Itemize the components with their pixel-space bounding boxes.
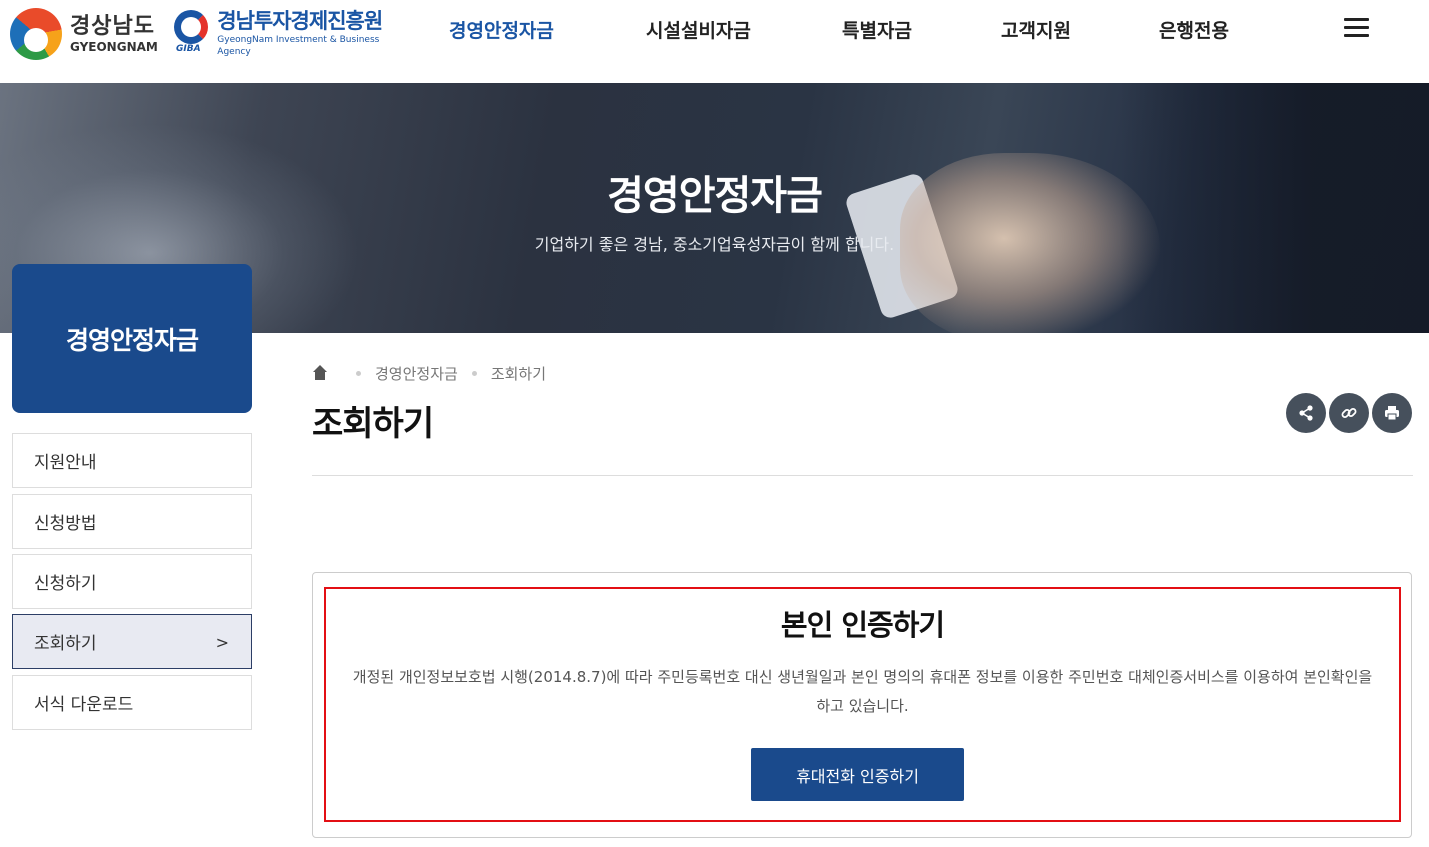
auth-title: 본인 인증하기 xyxy=(780,608,945,642)
gyeongnam-logo[interactable]: 경상남도 GYEONGNAM xyxy=(10,6,160,62)
giba-logo[interactable]: GIBA 경남투자경제진흥원 GyeongNam Investment & Bu… xyxy=(172,8,412,58)
title-divider xyxy=(312,475,1413,476)
breadcrumb: 경영안정자금 조회하기 xyxy=(312,362,546,384)
gyeongnam-logo-text: 경상남도 GYEONGNAM xyxy=(70,14,158,54)
copy-link-button[interactable] xyxy=(1329,393,1369,433)
breadcrumb-separator xyxy=(356,370,361,376)
site-header: 경상남도 GYEONGNAM GIBA 경남투자경제진흥원 GyeongNam … xyxy=(0,0,1429,83)
giba-emblem-icon: GIBA xyxy=(172,10,211,56)
gyeongnam-logo-en: GYEONGNAM xyxy=(70,40,158,54)
sidebar-item-label: 서식 다운로드 xyxy=(34,695,134,715)
print-button[interactable] xyxy=(1372,393,1412,433)
sidebar-item-label: 조회하기 xyxy=(34,634,97,654)
chevron-right-icon: > xyxy=(215,633,229,652)
nav-special-fund[interactable]: 특별자금 xyxy=(842,16,912,46)
sidebar-item-support-guide[interactable]: 지원안내 xyxy=(12,433,252,488)
sidebar-item-label: 지원안내 xyxy=(34,453,97,473)
nav-customer-support[interactable]: 고객지원 xyxy=(1001,16,1071,46)
giba-logo-ko: 경남투자경제진흥원 xyxy=(217,9,383,33)
banner-subtitle: 기업하기 좋은 경남, 중소기업육성자금이 함께 합니다. xyxy=(534,235,895,254)
menu-bar xyxy=(1344,34,1369,37)
gyeongnam-logo-ko: 경상남도 xyxy=(70,14,155,39)
sidebar-item-label: 신청하기 xyxy=(34,574,97,594)
share-button[interactable] xyxy=(1286,393,1326,433)
sidebar-item-how-to-apply[interactable]: 신청방법 xyxy=(12,494,252,549)
gyeongnam-emblem-icon xyxy=(10,8,62,60)
link-icon xyxy=(1341,408,1357,418)
nav-business-stability-fund[interactable]: 경영안정자금 xyxy=(449,16,554,46)
page-title: 조회하기 xyxy=(312,404,434,444)
menu-bar xyxy=(1344,26,1369,29)
giba-g-shape xyxy=(174,10,208,44)
giba-logo-en: GyeongNam Investment & Business Agency xyxy=(217,35,380,57)
sidebar-title: 경영안정자금 xyxy=(12,264,252,413)
sidebar-item-inquiry[interactable]: 조회하기 > xyxy=(12,614,252,669)
share-icon xyxy=(1299,405,1313,421)
sidebar-item-label: 신청방법 xyxy=(34,514,97,534)
banner-title: 경영안정자금 xyxy=(607,173,823,219)
home-icon[interactable] xyxy=(312,365,328,381)
print-icon xyxy=(1385,406,1399,421)
sidebar-item-form-download[interactable]: 서식 다운로드 xyxy=(12,675,252,730)
hamburger-menu-icon[interactable] xyxy=(1344,18,1369,38)
breadcrumb-separator xyxy=(471,370,477,376)
breadcrumb-item[interactable]: 경영안정자금 xyxy=(375,363,458,384)
sidebar-item-apply[interactable]: 신청하기 xyxy=(12,554,252,609)
breadcrumb-current: 조회하기 xyxy=(490,364,547,383)
giba-logo-text: 경남투자경제진흥원 GyeongNam Investment & Busines… xyxy=(217,8,412,58)
nav-facility-fund[interactable]: 시설설비자금 xyxy=(646,16,751,46)
nav-bank-only[interactable]: 은행전용 xyxy=(1159,16,1229,46)
auth-description: 개정된 개인정보보호법 시행(2014.8.7)에 따라 주민등록번호 대신 생… xyxy=(352,668,1373,715)
mobile-verification-button[interactable]: 휴대전화 인증하기 xyxy=(751,748,964,801)
giba-mark-text: GIBA xyxy=(176,44,201,54)
menu-bar xyxy=(1344,18,1369,21)
